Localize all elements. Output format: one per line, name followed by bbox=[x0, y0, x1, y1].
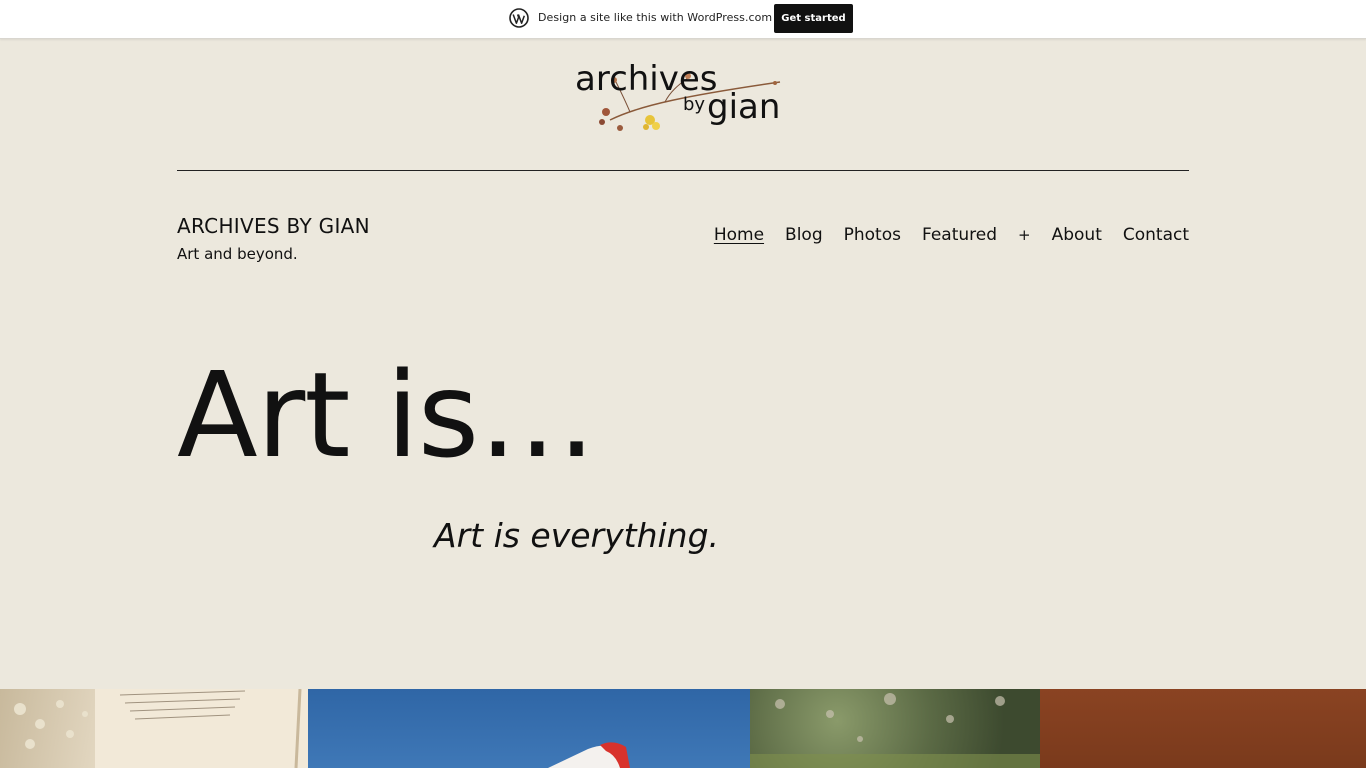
submenu-toggle-icon[interactable]: + bbox=[1018, 226, 1031, 244]
gallery-image-book[interactable] bbox=[0, 689, 308, 768]
book-illustration bbox=[14, 689, 308, 768]
logo-word-by: by bbox=[683, 94, 705, 115]
gallery-image-sky[interactable] bbox=[308, 689, 750, 768]
nav-home[interactable]: Home bbox=[714, 225, 764, 245]
promo-text[interactable]: Design a site like this with WordPress.c… bbox=[538, 11, 772, 24]
nav-about[interactable]: About bbox=[1052, 225, 1102, 245]
logo-word-gian: gian bbox=[707, 87, 780, 127]
wordpress-icon[interactable] bbox=[509, 8, 529, 28]
primary-navigation: Home Blog Photos Featured + About Contac… bbox=[693, 225, 1189, 245]
tree-illustration bbox=[750, 693, 1040, 768]
site-tagline: Art and beyond. bbox=[177, 245, 298, 263]
logo-word-archives: archives bbox=[575, 59, 718, 99]
nav-featured[interactable]: Featured bbox=[922, 225, 997, 245]
wordpress-promo-bar: Design a site like this with WordPress.c… bbox=[0, 0, 1366, 39]
sky-object-illustration bbox=[548, 742, 630, 768]
gallery-image-fabric[interactable] bbox=[1040, 689, 1366, 768]
site-title[interactable]: ARCHIVES BY GIAN bbox=[177, 214, 370, 238]
nav-contact[interactable]: Contact bbox=[1123, 225, 1189, 245]
gallery-strip bbox=[0, 689, 1366, 768]
nav-blog[interactable]: Blog bbox=[785, 225, 823, 245]
gallery-image-tree[interactable] bbox=[750, 689, 1040, 768]
hero-subtitle: Art is everything. bbox=[434, 516, 720, 555]
get-started-button[interactable]: Get started bbox=[774, 4, 853, 33]
header-divider bbox=[177, 170, 1189, 171]
site-logo[interactable]: archives by gian bbox=[570, 50, 800, 136]
hero-title: Art is… bbox=[177, 346, 596, 484]
nav-photos[interactable]: Photos bbox=[844, 225, 901, 245]
